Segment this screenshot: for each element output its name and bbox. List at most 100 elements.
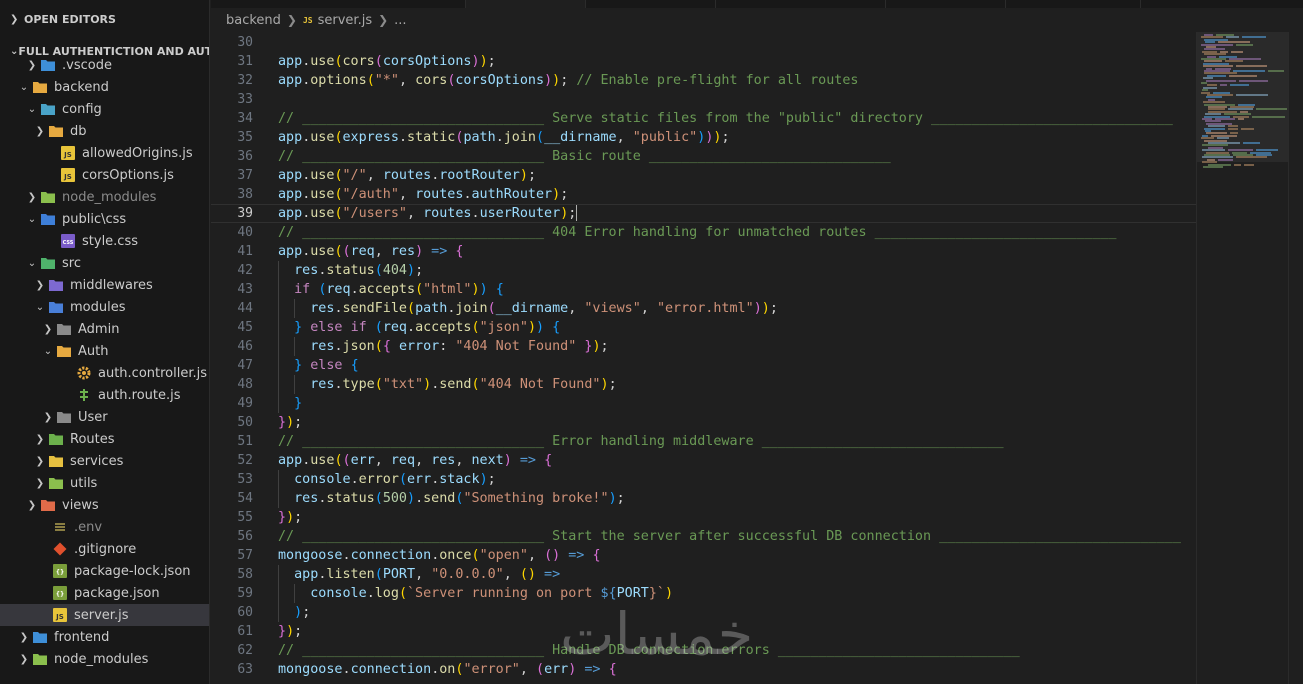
tree-item-src[interactable]: ⌄ src xyxy=(0,252,209,274)
tree-item-public-css[interactable]: ⌄ public\css xyxy=(0,208,209,230)
tree-item-auth-route[interactable]: auth.route.js xyxy=(0,384,209,406)
tree-item-env[interactable]: .env xyxy=(0,516,209,538)
code-line[interactable]: 34 // ______________________________ Serv… xyxy=(211,109,1196,128)
line-number: 32 xyxy=(237,73,253,88)
tab[interactable] xyxy=(211,0,466,8)
tree-item-utils[interactable]: ❯ utils xyxy=(0,472,209,494)
chevron-right-icon[interactable]: ❯ xyxy=(24,60,40,71)
code-punctuation: ; xyxy=(527,168,536,183)
chevron-right-icon[interactable]: ❯ xyxy=(16,654,32,665)
chevron-down-icon[interactable]: ⌄ xyxy=(24,258,40,269)
tree-item-views[interactable]: ❯ views xyxy=(0,494,209,516)
tab-active[interactable] xyxy=(466,0,586,8)
chevron-right-icon[interactable]: ❯ xyxy=(16,632,32,643)
tree-item-package-lock[interactable]: {} package-lock.json xyxy=(0,560,209,582)
code-token: cors xyxy=(342,54,375,69)
code-punctuation: { xyxy=(495,282,504,297)
tree-item-db[interactable]: ❯ db xyxy=(0,120,209,142)
chevron-down-icon[interactable]: ⌄ xyxy=(16,82,32,93)
tree-item-user[interactable]: ❯ User xyxy=(0,406,209,428)
tree-item-package-json[interactable]: {} package.json xyxy=(0,582,209,604)
chevron-right-icon[interactable]: ❯ xyxy=(40,324,56,335)
code-line[interactable]: 51 // ______________________________ Erro… xyxy=(211,432,1196,451)
tree-item-auth[interactable]: ⌄ Auth xyxy=(0,340,209,362)
minimap[interactable] xyxy=(1196,32,1297,684)
code-punctuation: ) xyxy=(407,491,416,506)
chevron-right-icon[interactable]: ❯ xyxy=(32,478,48,489)
tab[interactable] xyxy=(886,0,1006,8)
tree-item-root-node-modules[interactable]: ❯ node_modules xyxy=(0,648,209,670)
code-line[interactable]: 30 xyxy=(211,33,1196,52)
env-file-icon xyxy=(52,519,68,535)
vertical-scrollbar[interactable] xyxy=(1288,32,1303,684)
code-line[interactable]: 31 app.use(cors(corsOptions)); xyxy=(211,52,1196,71)
code-line[interactable]: 45 } else if (req.accepts("json")) { xyxy=(211,318,1196,337)
code-line[interactable]: 54 res.status(500).send("Something broke… xyxy=(211,489,1196,508)
tab[interactable] xyxy=(1006,0,1141,8)
code-line[interactable]: 42 res.status(404); xyxy=(211,261,1196,280)
code-line[interactable]: 40 // ______________________________ 404 … xyxy=(211,223,1196,242)
chevron-right-icon[interactable]: ❯ xyxy=(24,192,40,203)
chevron-down-icon[interactable]: ⌄ xyxy=(24,214,40,225)
code-line[interactable]: 37 app.use("/", routes.rootRouter); xyxy=(211,166,1196,185)
code-text: app.use("/auth", routes.authRouter); xyxy=(278,185,568,204)
tree-item-modules[interactable]: ⌄ modules xyxy=(0,296,209,318)
tree-item-frontend[interactable]: ❯ frontend xyxy=(0,626,209,648)
tree-item-backend[interactable]: ⌄ backend xyxy=(0,76,209,98)
tab[interactable] xyxy=(586,0,716,8)
chevron-right-icon[interactable]: ❯ xyxy=(32,434,48,445)
tree-item-style-css[interactable]: CSS style.css xyxy=(0,230,209,252)
code-line[interactable]: 46 res.json({ error: "404 Not Found" }); xyxy=(211,337,1196,356)
tree-item-middlewares[interactable]: ❯ middlewares xyxy=(0,274,209,296)
code-line[interactable]: 43 if (req.accepts("html")) { xyxy=(211,280,1196,299)
code-line[interactable]: 36 // ______________________________ Basi… xyxy=(211,147,1196,166)
code-line[interactable]: 58 app.listen(PORT, "0.0.0.0", () => xyxy=(211,565,1196,584)
code-line[interactable]: 39 app.use("/users", routes.userRouter); xyxy=(211,204,1196,223)
minimap-line xyxy=(1236,94,1268,96)
code-line[interactable]: 32 app.options("*", cors(corsOptions)); /… xyxy=(211,71,1196,90)
tree-item-services[interactable]: ❯ services xyxy=(0,450,209,472)
chevron-right-icon[interactable]: ❯ xyxy=(32,126,48,137)
code-line[interactable]: 56 // ______________________________ Star… xyxy=(211,527,1196,546)
code-line[interactable]: 41 app.use((req, res) => { xyxy=(211,242,1196,261)
breadcrumb-symbol[interactable]: ... xyxy=(394,13,406,28)
tree-item-auth-controller[interactable]: auth.controller.js xyxy=(0,362,209,384)
code-line[interactable]: 57 mongoose.connection.once("open", () =>… xyxy=(211,546,1196,565)
code-line[interactable]: 50}); xyxy=(211,413,1196,432)
open-editors-header[interactable]: ❯ OPEN EDITORS xyxy=(0,8,209,30)
code-line[interactable]: 49 } xyxy=(211,394,1196,413)
code-punctuation: ) xyxy=(503,453,512,468)
code-line[interactable]: 35 app.use(express.static(path.join(__dir… xyxy=(211,128,1196,147)
chevron-right-icon[interactable]: ❯ xyxy=(40,412,56,423)
line-number: 30 xyxy=(237,35,253,50)
chevron-right-icon[interactable]: ❯ xyxy=(24,500,40,511)
tree-item-gitignore[interactable]: .gitignore xyxy=(0,538,209,560)
code-editor[interactable]: 30 31 app.use(cors(corsOptions)); 32 app.opt… xyxy=(211,33,1196,684)
tree-item-allowed-origins[interactable]: JS allowedOrigins.js xyxy=(0,142,209,164)
tree-item-label: server.js xyxy=(74,607,129,623)
tree-item-vscode[interactable]: ❯ .vscode xyxy=(0,54,209,76)
chevron-right-icon[interactable]: ❯ xyxy=(32,280,48,291)
chevron-down-icon[interactable]: ⌄ xyxy=(32,302,48,313)
code-line[interactable]: 38 app.use("/auth", routes.authRouter); xyxy=(211,185,1196,204)
tab[interactable] xyxy=(716,0,886,8)
tree-item-cors-options[interactable]: JS corsOptions.js xyxy=(0,164,209,186)
code-line[interactable]: 48 res.type("txt").send("404 Not Found")… xyxy=(211,375,1196,394)
code-line[interactable]: 55}); xyxy=(211,508,1196,527)
tree-item-server-js[interactable]: JS server.js xyxy=(0,604,209,626)
chevron-down-icon[interactable]: ⌄ xyxy=(24,104,40,115)
code-line[interactable]: 47 } else { xyxy=(211,356,1196,375)
breadcrumb-folder[interactable]: backend xyxy=(226,13,281,28)
code-punctuation: ) xyxy=(592,339,601,354)
code-line[interactable]: 33 xyxy=(211,90,1196,109)
tree-item-routes[interactable]: ❯ Routes xyxy=(0,428,209,450)
chevron-right-icon[interactable]: ❯ xyxy=(32,456,48,467)
tree-item-backend-node-modules[interactable]: ❯ node_modules xyxy=(0,186,209,208)
code-line[interactable]: 52 app.use((err, req, res, next) => { xyxy=(211,451,1196,470)
chevron-down-icon[interactable]: ⌄ xyxy=(40,346,56,357)
tree-item-config[interactable]: ⌄ config xyxy=(0,98,209,120)
breadcrumb-file[interactable]: server.js xyxy=(318,13,372,28)
code-line[interactable]: 53 console.error(err.stack); xyxy=(211,470,1196,489)
code-line[interactable]: 44 res.sendFile(path.join(__dirname, "vi… xyxy=(211,299,1196,318)
tree-item-admin[interactable]: ❯ Admin xyxy=(0,318,209,340)
